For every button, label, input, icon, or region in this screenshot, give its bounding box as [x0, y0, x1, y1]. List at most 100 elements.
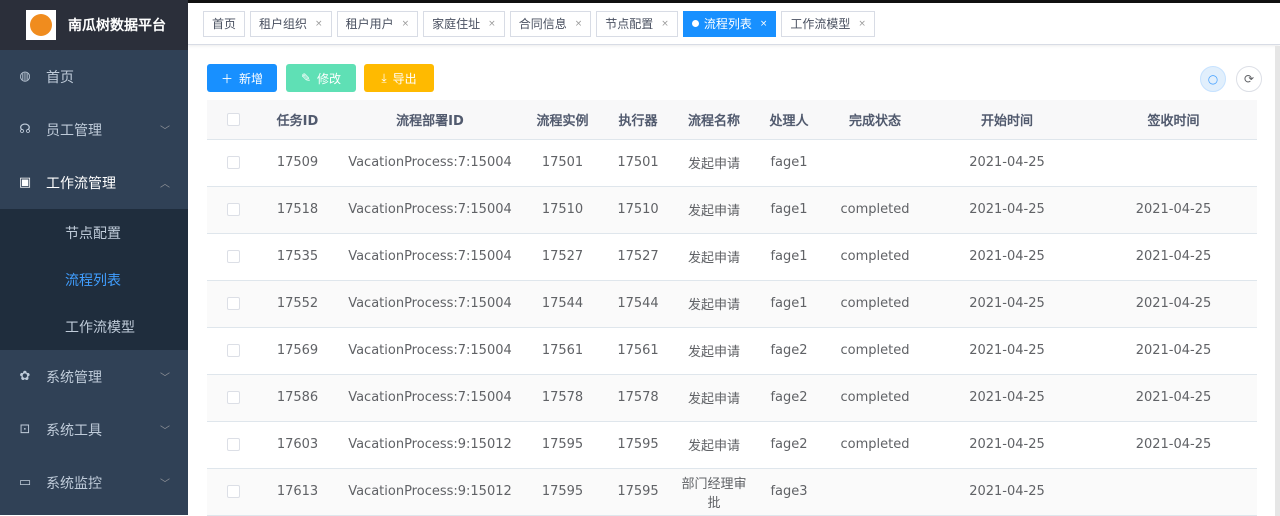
table-cell: 发起申请	[676, 186, 752, 234]
table-cell: 发起申请	[676, 421, 752, 469]
row-checkbox[interactable]	[227, 156, 240, 169]
close-icon[interactable]: ×	[858, 19, 866, 29]
tab-4[interactable]: 合同信息 ×	[509, 10, 592, 37]
logo[interactable]: 南瓜树数据平台	[0, 0, 188, 50]
sidebar-subitem-process-list[interactable]: 流程列表	[0, 256, 188, 303]
tab-3[interactable]: 家庭住址 ×	[423, 10, 505, 37]
row-checkbox[interactable]	[227, 485, 240, 498]
tab-5[interactable]: 节点配置 ×	[596, 10, 678, 37]
close-icon[interactable]: ×	[402, 19, 410, 29]
edit-icon: ✎	[300, 71, 312, 85]
add-button[interactable]: ＋ 新增	[207, 64, 277, 92]
table-cell: 2021-04-25	[924, 421, 1090, 469]
sidebar-item-staff[interactable]: ☊ 员工管理 ﹀	[0, 103, 188, 156]
table-cell: VacationProcess:7:15004	[335, 280, 525, 328]
sidebar: 南瓜树数据平台 ◍ 首页 ☊ 员工管理 ﹀ ▣ 工作流管理 ︿ 节点配置 流程列表 工作流…	[0, 0, 188, 515]
row-checkbox[interactable]	[227, 203, 240, 216]
table-row[interactable]: 17552 VacationProcess:7:15004 17544 17544 发起…	[207, 280, 1257, 328]
edit-button[interactable]: ✎ 修改	[286, 64, 356, 92]
table-row[interactable]: 17603 VacationProcess:9:15012 17595 17595 发起…	[207, 421, 1257, 469]
row-checkbox[interactable]	[227, 250, 240, 263]
close-icon[interactable]: ×	[488, 19, 496, 29]
gear-icon: ✿	[19, 369, 31, 384]
tab-label: 首页	[212, 17, 237, 31]
table-cell: 17535	[260, 233, 335, 281]
sidebar-item-monitor[interactable]: ▭ 系统监控 ﹀	[0, 456, 188, 509]
table-row[interactable]: 17518 VacationProcess:7:15004 17510 17510 发起…	[207, 186, 1257, 234]
add-label: 新增	[239, 71, 264, 86]
tab-1[interactable]: 租户组织 ×	[250, 10, 332, 37]
sidebar-subitem-workflow-model[interactable]: 工作流模型	[0, 303, 188, 350]
table-cell: completed	[826, 280, 924, 328]
column-header: 流程名称	[676, 100, 752, 140]
table-cell: completed	[826, 186, 924, 234]
scrollbar[interactable]	[1275, 46, 1280, 516]
table-cell: 17527	[525, 233, 600, 281]
table-cell: fage1	[752, 139, 826, 187]
table-cell: 2021-04-25	[1090, 421, 1257, 469]
table-cell: VacationProcess:9:15012	[335, 468, 525, 516]
column-header: 流程实例	[525, 100, 600, 140]
active-dot-icon	[691, 20, 699, 27]
tab-0[interactable]: 首页	[203, 10, 246, 37]
column-header: 完成状态	[826, 100, 924, 140]
close-icon[interactable]: ×	[760, 19, 768, 29]
refresh-button[interactable]: ⟳	[1236, 66, 1262, 92]
table-cell: 17613	[260, 468, 335, 516]
checkbox-cell[interactable]	[207, 468, 260, 516]
sidebar-item-system[interactable]: ✿ 系统管理 ﹀	[0, 350, 188, 403]
chevron-down-icon: ﹀	[160, 426, 170, 437]
table-cell: 17544	[600, 280, 676, 328]
table-row[interactable]: 17509 VacationProcess:7:15004 17501 17501 发起…	[207, 139, 1257, 187]
close-icon[interactable]: ×	[315, 19, 323, 29]
search-toggle-button[interactable]: ○	[1200, 66, 1226, 92]
tab-6[interactable]: 流程列表 ×	[682, 10, 777, 37]
checkbox-cell[interactable]	[207, 139, 260, 187]
table-cell: VacationProcess:9:15012	[335, 421, 525, 469]
table-cell: fage2	[752, 327, 826, 375]
row-checkbox[interactable]	[227, 297, 240, 310]
checkbox-cell[interactable]	[207, 327, 260, 375]
table-row[interactable]: 17613 VacationProcess:9:15012 17595 17595 部门…	[207, 468, 1257, 516]
table-cell: 17595	[600, 421, 676, 469]
table-cell: 17586	[260, 374, 335, 422]
table-cell: 17561	[525, 327, 600, 375]
menu-label: 系统监控	[46, 475, 102, 492]
table-cell: 2021-04-25	[1090, 374, 1257, 422]
table-row[interactable]: 17535 VacationProcess:7:15004 17527 17527 发起…	[207, 233, 1257, 281]
sidebar-item-tools[interactable]: ⊡ 系统工具 ﹀	[0, 403, 188, 456]
row-checkbox[interactable]	[227, 344, 240, 357]
close-icon[interactable]: ×	[661, 19, 669, 29]
checkbox-cell[interactable]	[207, 280, 260, 328]
sidebar-item-home[interactable]: ◍ 首页	[0, 50, 188, 103]
checkbox-cell[interactable]	[207, 421, 260, 469]
table-cell: 17578	[525, 374, 600, 422]
search-icon: ○	[1207, 72, 1219, 86]
user-group-icon: ☊	[19, 122, 31, 137]
row-checkbox[interactable]	[227, 391, 240, 404]
table-cell: 2021-04-25	[924, 374, 1090, 422]
table-cell: 2021-04-25	[924, 186, 1090, 234]
export-button[interactable]: ⤓ 导出	[364, 64, 434, 92]
table-row[interactable]: 17569 VacationProcess:7:15004 17561 17561 发起…	[207, 327, 1257, 375]
tab-label: 租户用户	[345, 17, 394, 31]
close-icon[interactable]: ×	[575, 19, 583, 29]
checkbox-cell[interactable]	[207, 186, 260, 234]
tags-view: 首页 租户组织 × 租户用户 × 家庭住址 × 合同信息 × 节点配置 × 流程列表 × 工作流模型 ×	[188, 3, 1280, 45]
table-cell: 2021-04-25	[924, 233, 1090, 281]
tab-7[interactable]: 工作流模型 ×	[781, 10, 875, 37]
table-cell: 17544	[525, 280, 600, 328]
table-cell	[1090, 468, 1257, 516]
table-row[interactable]: 17586 VacationProcess:7:15004 17578 17578 发起…	[207, 374, 1257, 422]
select-all-checkbox[interactable]	[207, 100, 260, 140]
checkbox-cell[interactable]	[207, 374, 260, 422]
row-checkbox[interactable]	[227, 438, 240, 451]
checkbox-cell[interactable]	[207, 233, 260, 281]
column-header: 执行器	[600, 100, 676, 140]
sidebar-item-workflow[interactable]: ▣ 工作流管理 ︿	[0, 156, 188, 209]
table-cell: 17509	[260, 139, 335, 187]
sidebar-subitem-node-config[interactable]: 节点配置	[0, 209, 188, 256]
tab-label: 租户组织	[259, 17, 308, 31]
table-cell: 2021-04-25	[1090, 327, 1257, 375]
tab-2[interactable]: 租户用户 ×	[336, 10, 419, 37]
